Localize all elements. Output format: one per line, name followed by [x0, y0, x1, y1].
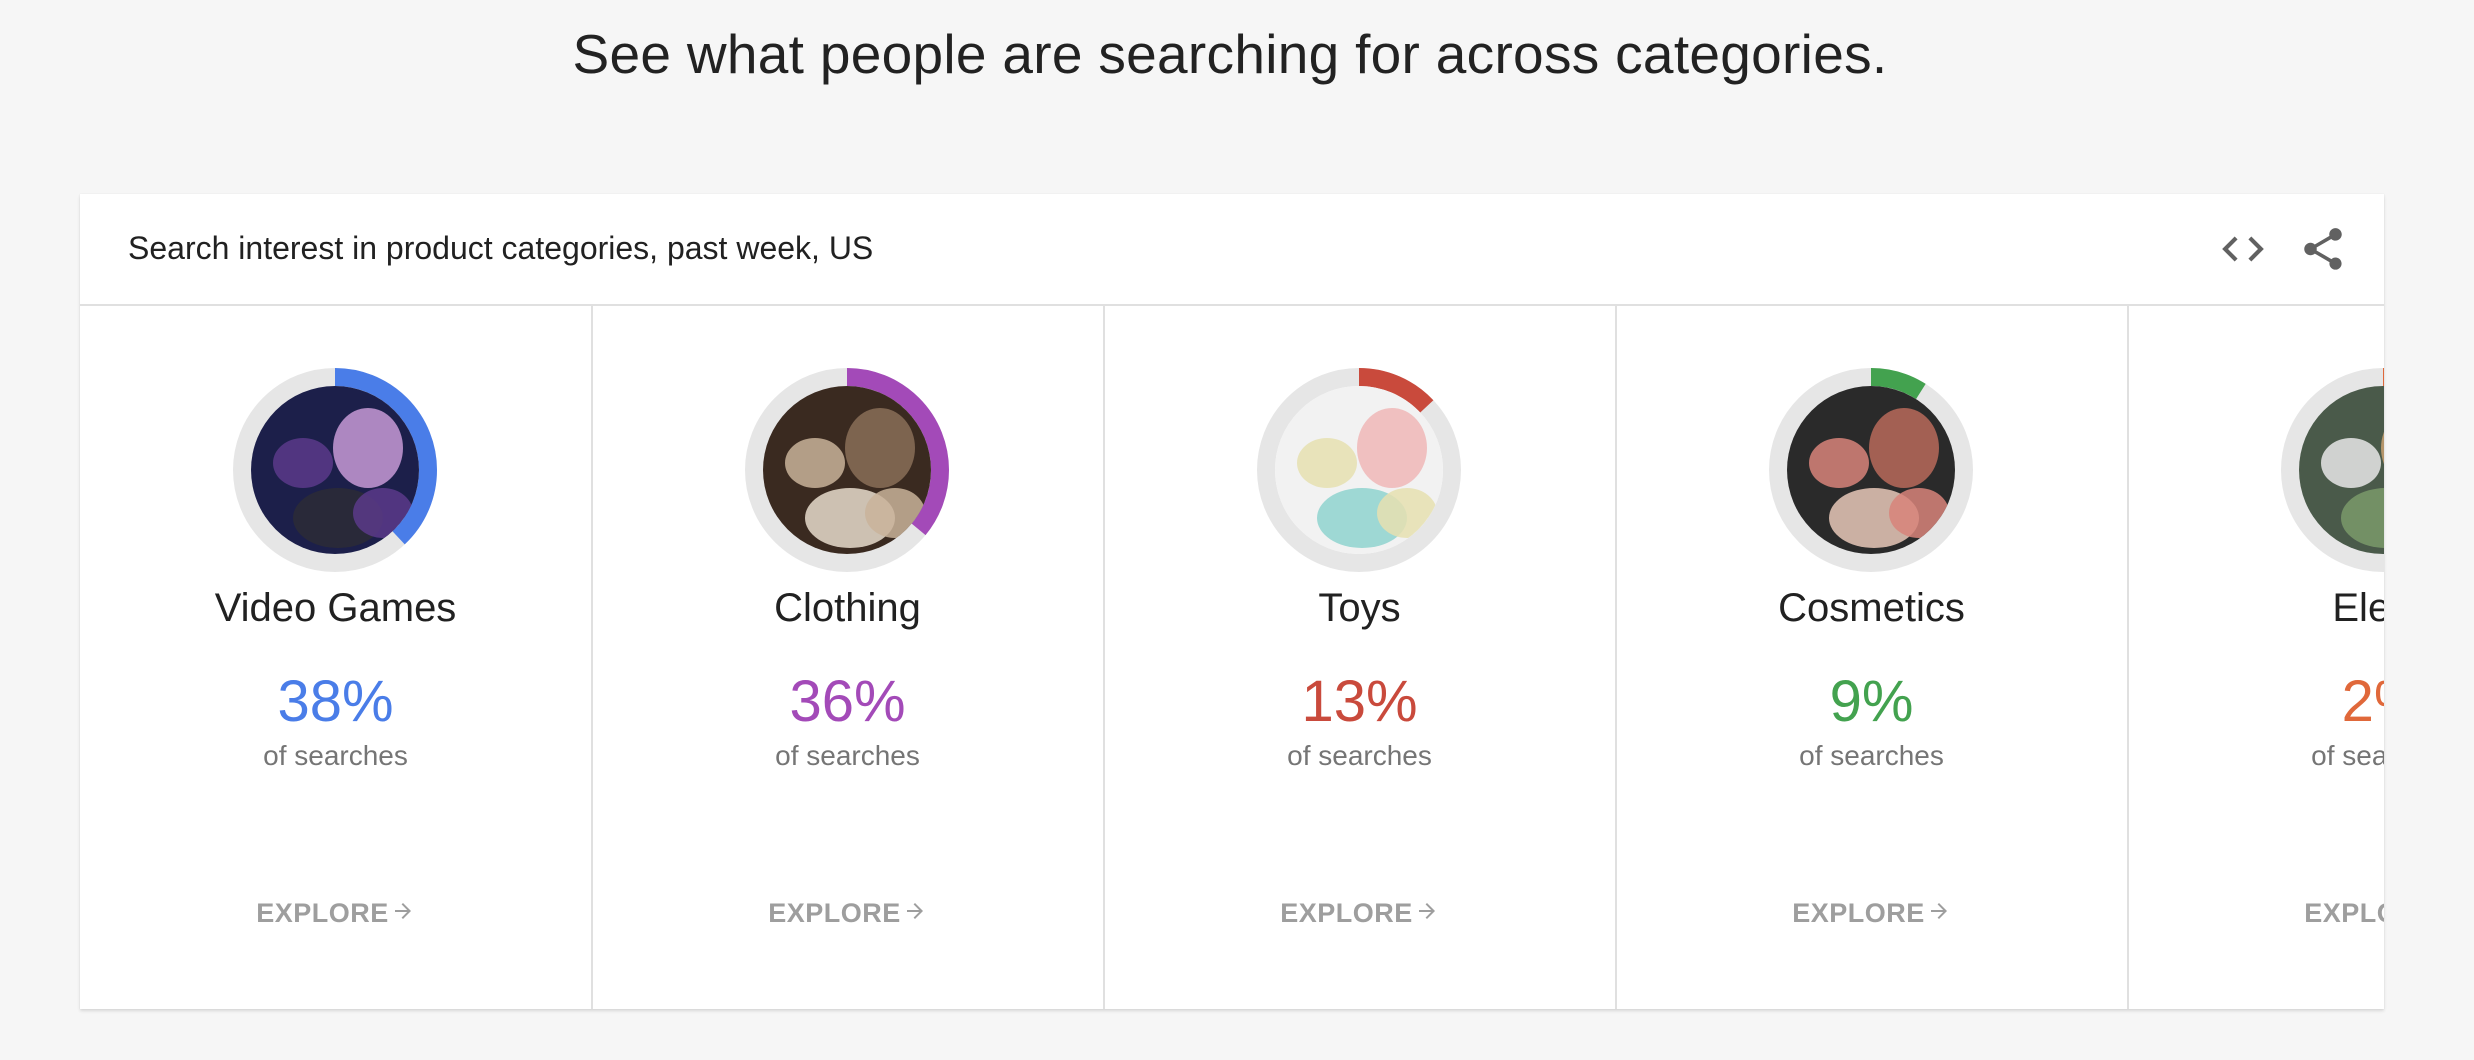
explore-label: EXPLORE	[2304, 898, 2384, 928]
category-tile-cosmetics[interactable]: Cosmetics 9% of searches EXPLORE	[1616, 306, 2129, 1009]
category-ring	[233, 368, 437, 572]
explore-link[interactable]: EXPLORE	[1104, 898, 1615, 930]
category-name: Video Games	[214, 586, 457, 630]
category-subtext: of searches	[775, 740, 920, 771]
category-name: Clothing	[774, 586, 921, 630]
category-percent: 36%	[789, 669, 906, 734]
explore-link[interactable]: EXPLORE	[2128, 898, 2384, 930]
category-ring	[1257, 368, 1461, 572]
category-tile-clothing[interactable]: Clothing 36% of searches EXPLORE	[592, 306, 1105, 1009]
category-name: Electr	[2332, 586, 2384, 630]
share-ring-chart	[745, 368, 949, 572]
embed-code-icon[interactable]	[2218, 224, 2268, 274]
arrow-right-icon	[1927, 899, 1951, 930]
explore-label: EXPLORE	[1280, 898, 1413, 928]
arrow-right-icon	[903, 899, 927, 930]
share-icon[interactable]	[2298, 224, 2348, 274]
explore-link[interactable]: EXPLORE	[80, 898, 591, 930]
category-name: Cosmetics	[1778, 586, 1965, 630]
category-tiles: Video Games 38% of searches EXPLORE Clot…	[80, 306, 2384, 1009]
share-ring-chart	[1257, 368, 1461, 572]
category-subtext: of searches	[1799, 740, 1944, 771]
share-ring-chart	[1769, 368, 1973, 572]
category-percent: 9%	[1829, 669, 1914, 734]
category-subtext: of searches	[2311, 740, 2384, 771]
explore-label: EXPLORE	[1792, 898, 1925, 928]
arrow-right-icon	[391, 899, 415, 930]
category-ring	[745, 368, 949, 572]
explore-link[interactable]: EXPLORE	[592, 898, 1103, 930]
category-name: Toys	[1318, 586, 1401, 630]
category-tile-video-games[interactable]: Video Games 38% of searches EXPLORE	[80, 306, 593, 1009]
category-tile-electronics[interactable]: Electr 2% of searches EXPLORE	[2128, 306, 2384, 1009]
category-percent: 38%	[277, 669, 394, 734]
category-subtext: of searches	[1287, 740, 1432, 771]
category-card: Search interest in product categories, p…	[80, 194, 2384, 1009]
category-ring	[1769, 368, 1973, 572]
page-headline: See what people are searching for across…	[572, 23, 1888, 85]
explore-link[interactable]: EXPLORE	[1616, 898, 2127, 930]
share-ring-chart	[233, 368, 437, 572]
category-percent: 13%	[1301, 669, 1418, 734]
category-subtext: of searches	[263, 740, 408, 771]
category-percent: 2%	[2341, 669, 2384, 734]
card-header: Search interest in product categories, p…	[80, 194, 2384, 306]
card-title: Search interest in product categories, p…	[128, 230, 874, 266]
share-ring-chart	[2281, 368, 2384, 572]
explore-label: EXPLORE	[256, 898, 389, 928]
arrow-right-icon	[1415, 899, 1439, 930]
explore-label: EXPLORE	[768, 898, 901, 928]
category-tile-toys[interactable]: Toys 13% of searches EXPLORE	[1104, 306, 1617, 1009]
category-ring	[2281, 368, 2384, 572]
